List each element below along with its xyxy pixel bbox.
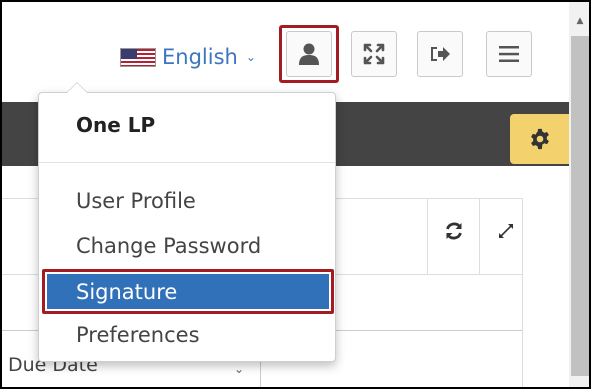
language-selector[interactable]: English ⌄ [120, 42, 256, 72]
fullscreen-icon [363, 43, 385, 65]
refresh-button[interactable] [434, 211, 474, 251]
user-dropdown-menu: One LP User Profile Change Password Sign… [38, 82, 336, 362]
fullscreen-button[interactable] [351, 31, 397, 77]
user-menu-button[interactable] [279, 25, 339, 83]
sign-out-button[interactable] [417, 31, 463, 77]
menu-item-change-password[interactable]: Change Password [76, 234, 261, 258]
main-menu-button[interactable] [486, 31, 532, 77]
menu-item-preferences[interactable]: Preferences [76, 323, 200, 347]
account-name: One LP [76, 113, 156, 137]
hamburger-menu-icon [499, 46, 519, 62]
maximize-button[interactable] [486, 211, 526, 251]
refresh-icon [446, 222, 462, 240]
gear-icon [531, 128, 549, 150]
settings-button[interactable] [510, 114, 570, 164]
menu-item-user-profile[interactable]: User Profile [76, 189, 196, 213]
user-icon [299, 43, 319, 65]
language-label: English [162, 45, 238, 69]
sort-chevron-icon[interactable]: ⌄ [234, 362, 244, 376]
scroll-thumb[interactable] [571, 36, 589, 376]
menu-divider [39, 162, 335, 163]
app-frame: English ⌄ Due Date ⌄ ▲ One LP User Profi… [0, 0, 591, 389]
sign-out-icon [431, 47, 450, 61]
scroll-up-icon[interactable]: ▲ [569, 16, 589, 26]
menu-item-signature[interactable]: Signature [42, 269, 334, 314]
us-flag-icon [120, 47, 156, 67]
menu-item-signature-label: Signature [47, 274, 329, 309]
chevron-down-icon: ⌄ [245, 50, 256, 64]
vertical-scrollbar[interactable]: ▲ [569, 2, 589, 387]
expand-icon [499, 224, 513, 238]
